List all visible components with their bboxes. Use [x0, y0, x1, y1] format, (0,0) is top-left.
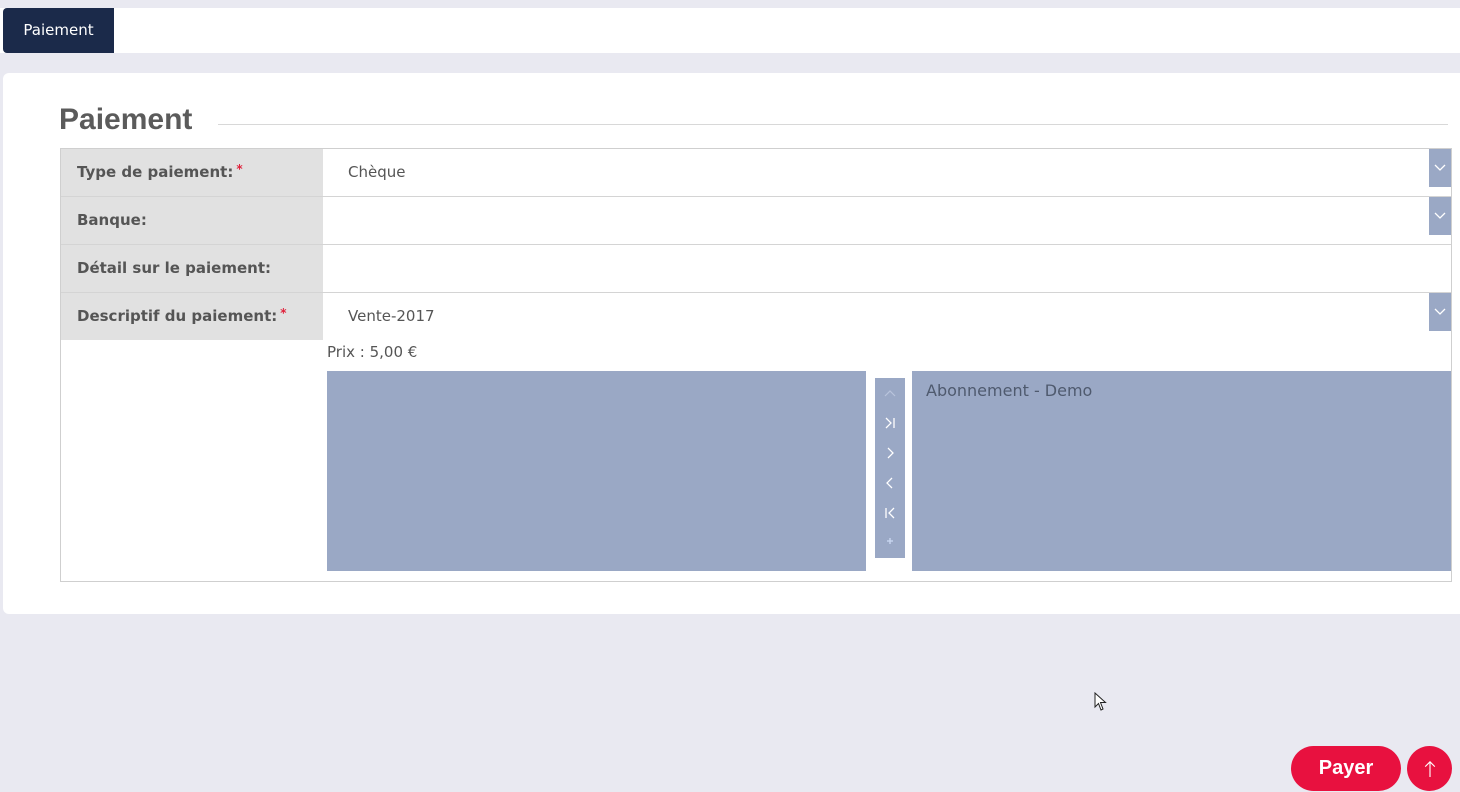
- chevron-down-icon[interactable]: [1429, 197, 1451, 235]
- payment-description-label: Descriptif du paiement: *: [61, 293, 323, 340]
- title-divider: [218, 124, 1448, 125]
- move-all-left-icon[interactable]: [875, 501, 905, 525]
- row-payment-description: Descriptif du paiement: * Vente-2017: [61, 293, 1451, 341]
- payment-detail-input[interactable]: [323, 245, 1451, 292]
- price-label: Prix : 5,00 €: [327, 343, 418, 361]
- section-title: Paiement: [59, 103, 193, 136]
- list-item[interactable]: Abonnement - Demo: [926, 381, 1437, 400]
- move-up-icon[interactable]: [875, 382, 905, 406]
- row-payment-type: Type de paiement: * Chèque: [61, 149, 1451, 197]
- move-all-right-icon[interactable]: [875, 411, 905, 435]
- bank-select[interactable]: [323, 197, 1451, 244]
- move-left-icon[interactable]: [875, 471, 905, 495]
- payment-type-select[interactable]: Chèque: [323, 149, 1451, 196]
- payment-panel: Paiement Type de paiement: * Chèque Banqu…: [3, 73, 1460, 614]
- arrow-up-icon: [1424, 760, 1435, 777]
- available-items-list[interactable]: [327, 371, 866, 571]
- row-payment-detail: Détail sur le paiement:: [61, 245, 1451, 293]
- move-right-icon[interactable]: [875, 441, 905, 465]
- mouse-cursor-icon: [1094, 691, 1108, 716]
- bank-label: Banque:: [61, 197, 323, 244]
- pay-button[interactable]: Payer: [1291, 746, 1401, 791]
- payment-form: Type de paiement: * Chèque Banque: Détail…: [60, 148, 1452, 582]
- scroll-to-top-button[interactable]: [1407, 746, 1452, 791]
- required-marker: *: [236, 162, 243, 176]
- add-icon[interactable]: [875, 529, 905, 553]
- top-tab-bar: Paiement: [0, 8, 1460, 53]
- payment-type-label: Type de paiement: *: [61, 149, 323, 196]
- required-marker: *: [280, 306, 287, 320]
- payment-description-value: Vente-2017: [348, 307, 435, 325]
- chevron-down-icon[interactable]: [1429, 149, 1451, 187]
- chevron-down-icon[interactable]: [1429, 293, 1451, 331]
- tab-paiement[interactable]: Paiement: [3, 8, 114, 53]
- row-bank: Banque:: [61, 197, 1451, 245]
- selected-items-list[interactable]: Abonnement - Demo: [912, 371, 1451, 571]
- transfer-controls: [875, 378, 905, 558]
- payment-description-select[interactable]: Vente-2017: [323, 293, 1451, 340]
- payment-detail-label: Détail sur le paiement:: [61, 245, 323, 292]
- payment-type-value: Chèque: [348, 163, 406, 181]
